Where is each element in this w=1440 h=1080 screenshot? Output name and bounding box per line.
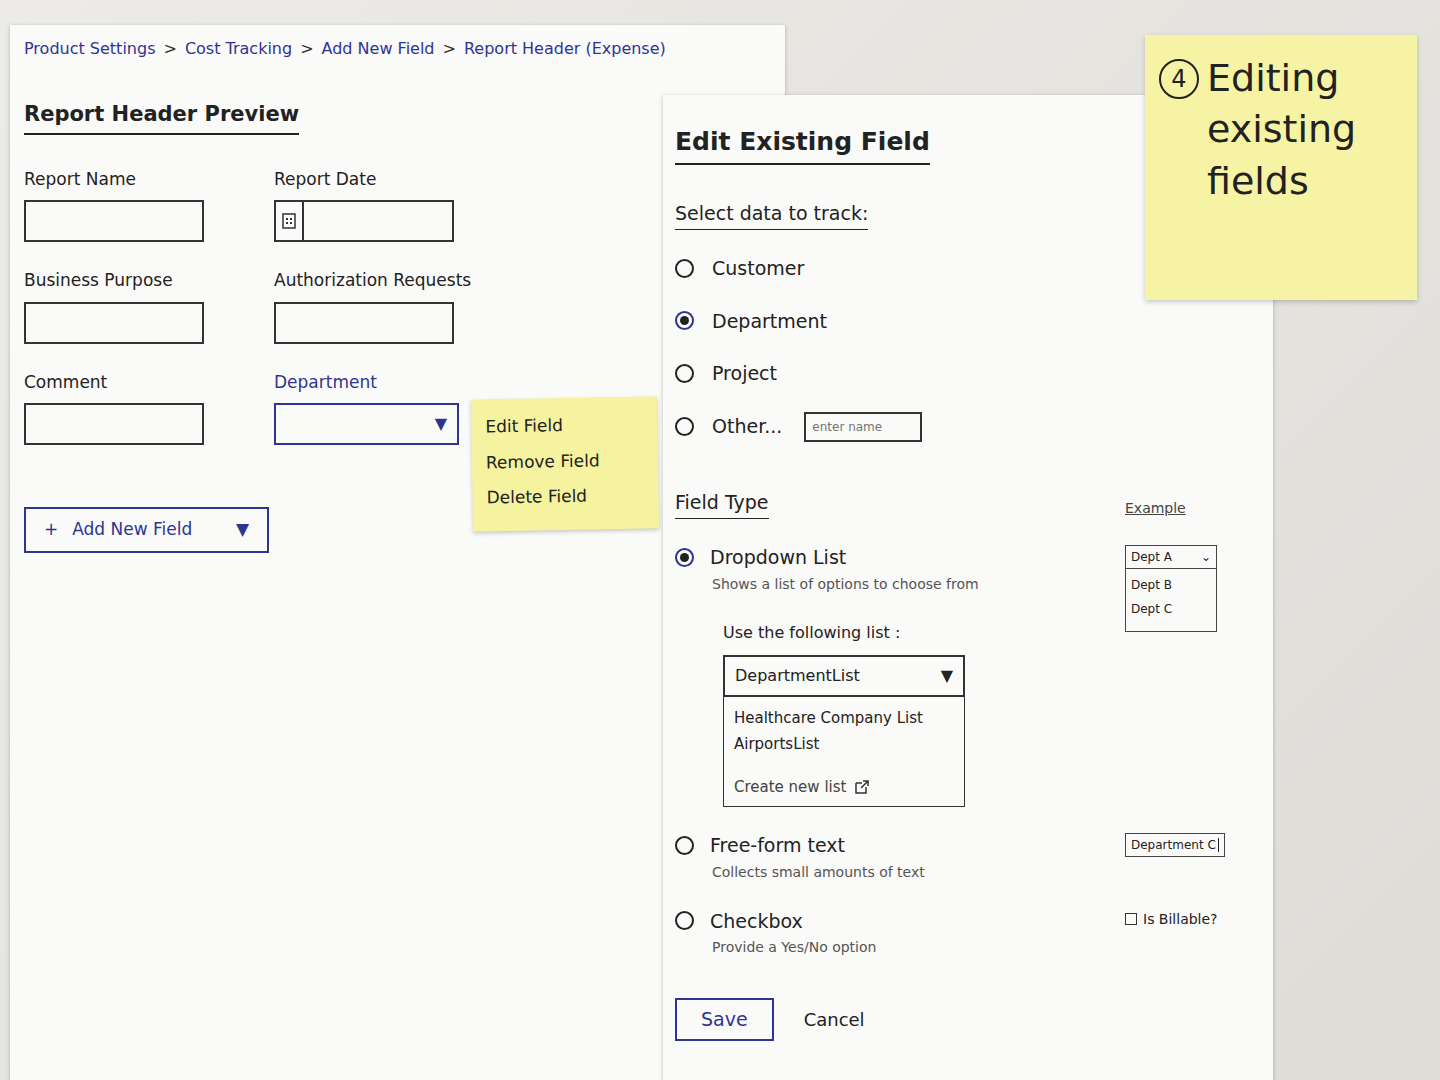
radio-button[interactable] xyxy=(675,911,694,930)
preview-field: Business Purpose xyxy=(24,268,254,344)
field-label: Comment xyxy=(24,370,254,396)
whiteboard: Product Settings > Cost Tracking > Add New F… xyxy=(0,0,1440,1080)
preview-field: Comment xyxy=(24,370,254,446)
step-number: 4 xyxy=(1159,59,1199,99)
field-label: Report Date xyxy=(274,167,524,193)
example-label: Is Billable? xyxy=(1143,909,1218,930)
breadcrumb-item[interactable]: Product Settings xyxy=(24,37,155,61)
text-input[interactable] xyxy=(24,403,204,445)
text-input[interactable] xyxy=(274,302,454,344)
option-label[interactable]: Customer xyxy=(712,254,804,283)
add-button-label: Add New Field xyxy=(72,517,192,543)
chevron-icon: ⌄ xyxy=(1201,548,1211,566)
preview-title: Report Header Preview xyxy=(24,99,299,135)
radio-button[interactable] xyxy=(675,364,694,383)
preview-field: Authorization Requests xyxy=(274,268,524,344)
list-option[interactable]: Healthcare Company List xyxy=(734,705,954,732)
field-type-example: Department C xyxy=(1125,831,1250,883)
data-option[interactable]: Project xyxy=(675,359,1259,388)
field-context-menu: Edit FieldRemove FieldDelete Field xyxy=(471,396,659,531)
list-picker: Use the following list : DepartmentList ▼ H… xyxy=(723,621,1105,808)
preview-field: Report Date xyxy=(274,167,524,243)
field-type-description: Collects small amounts of text xyxy=(712,862,1105,883)
field-type-option: Free-form textCollects small amounts of … xyxy=(675,831,1259,883)
cancel-button[interactable]: Cancel xyxy=(804,1006,865,1033)
field-type-example: Dept A ⌄ Dept BDept C xyxy=(1125,543,1250,807)
breadcrumb-item[interactable]: Report Header (Expense) xyxy=(464,37,666,61)
radio-button[interactable] xyxy=(675,548,694,567)
breadcrumb-item[interactable]: Add New Field xyxy=(322,37,435,61)
data-option[interactable]: Other... xyxy=(675,412,1259,442)
breadcrumb-item[interactable]: Cost Tracking xyxy=(185,37,292,61)
example-checkbox: Is Billable? xyxy=(1125,909,1250,930)
text-input[interactable] xyxy=(24,302,204,344)
text-cursor xyxy=(1218,838,1219,852)
radio-button[interactable] xyxy=(675,836,694,855)
dropdown-arrow-icon: ▼ xyxy=(435,412,447,436)
example-option: Dept C xyxy=(1131,597,1211,621)
option-label[interactable]: Other... xyxy=(712,412,782,441)
breadcrumb: Product Settings > Cost Tracking > Add New F… xyxy=(24,37,771,61)
option-label[interactable]: Department xyxy=(712,307,827,336)
dropdown-arrow-icon: ▼ xyxy=(941,664,953,688)
breadcrumb-separator: > xyxy=(163,37,176,61)
menu-item[interactable]: Remove Field xyxy=(486,442,645,480)
breadcrumb-separator: > xyxy=(300,37,313,61)
external-link-icon xyxy=(854,779,870,795)
selected-list: DepartmentList xyxy=(735,664,860,688)
field-type-name[interactable]: Checkbox xyxy=(710,907,803,936)
step-sticky-note: 4Editing existing fields xyxy=(1145,35,1417,300)
field-type-description: Provide a Yes/No option xyxy=(712,937,1105,958)
panel-title: Edit Existing Field xyxy=(675,123,930,165)
field-type-option: Dropdown ListShows a list of options to … xyxy=(675,543,1259,807)
dropdown-input[interactable]: ▼ xyxy=(274,403,459,445)
field-label: Business Purpose xyxy=(24,268,254,294)
field-type-option: CheckboxProvide a Yes/No option Is Billab… xyxy=(675,907,1259,959)
example-value: Department C xyxy=(1131,836,1216,854)
checkbox xyxy=(1125,913,1137,925)
text-input[interactable] xyxy=(24,200,204,242)
option-label[interactable]: Project xyxy=(712,359,777,388)
create-new-list[interactable]: Create new list xyxy=(734,774,954,801)
menu-item[interactable]: Delete Field xyxy=(486,478,645,516)
example-dropdown: Dept A ⌄ Dept BDept C xyxy=(1125,545,1217,632)
add-new-field-button[interactable]: + Add New Field ▼ xyxy=(24,507,269,553)
field-type-name[interactable]: Dropdown List xyxy=(710,543,846,572)
plus-icon: + xyxy=(44,517,58,543)
step-title: Editing existing fields xyxy=(1207,53,1402,207)
example-heading: Example xyxy=(1125,498,1250,519)
radio-button[interactable] xyxy=(675,259,694,278)
field-type-name[interactable]: Free-form text xyxy=(710,831,845,860)
preview-field: Report Name xyxy=(24,167,254,243)
example-value: Dept A xyxy=(1131,548,1172,566)
preview-fields: Report Name Report Date Business Purpose Au… xyxy=(24,167,771,446)
field-label: Department xyxy=(274,370,524,396)
field-type-description: Shows a list of options to choose from xyxy=(712,574,1105,595)
radio-button[interactable] xyxy=(675,417,694,436)
field-type-heading: Field Type xyxy=(675,488,769,520)
menu-item[interactable]: Edit Field xyxy=(485,407,644,445)
field-label: Report Name xyxy=(24,167,254,193)
list-picker-label: Use the following list : xyxy=(723,621,1105,645)
panel-actions: Save Cancel xyxy=(675,998,1259,1041)
save-button[interactable]: Save xyxy=(675,998,774,1041)
field-label: Authorization Requests xyxy=(274,268,524,294)
breadcrumb-separator: > xyxy=(443,37,456,61)
date-input[interactable] xyxy=(274,200,454,242)
example-text-input: Department C xyxy=(1125,833,1225,857)
create-list-label[interactable]: Create new list xyxy=(734,776,846,799)
data-heading: Select data to track: xyxy=(675,199,868,231)
list-options: Healthcare Company ListAirportsList Creat… xyxy=(723,697,965,808)
other-name-input[interactable] xyxy=(804,412,922,442)
radio-button[interactable] xyxy=(675,311,694,330)
list-select[interactable]: DepartmentList ▼ xyxy=(723,655,965,697)
field-type-example: Is Billable? xyxy=(1125,907,1250,959)
list-option[interactable]: AirportsList xyxy=(734,731,954,758)
data-option[interactable]: Department xyxy=(675,307,1259,336)
example-option: Dept B xyxy=(1131,573,1211,597)
calendar-icon xyxy=(282,213,296,229)
dropdown-arrow-icon: ▼ xyxy=(236,517,249,543)
